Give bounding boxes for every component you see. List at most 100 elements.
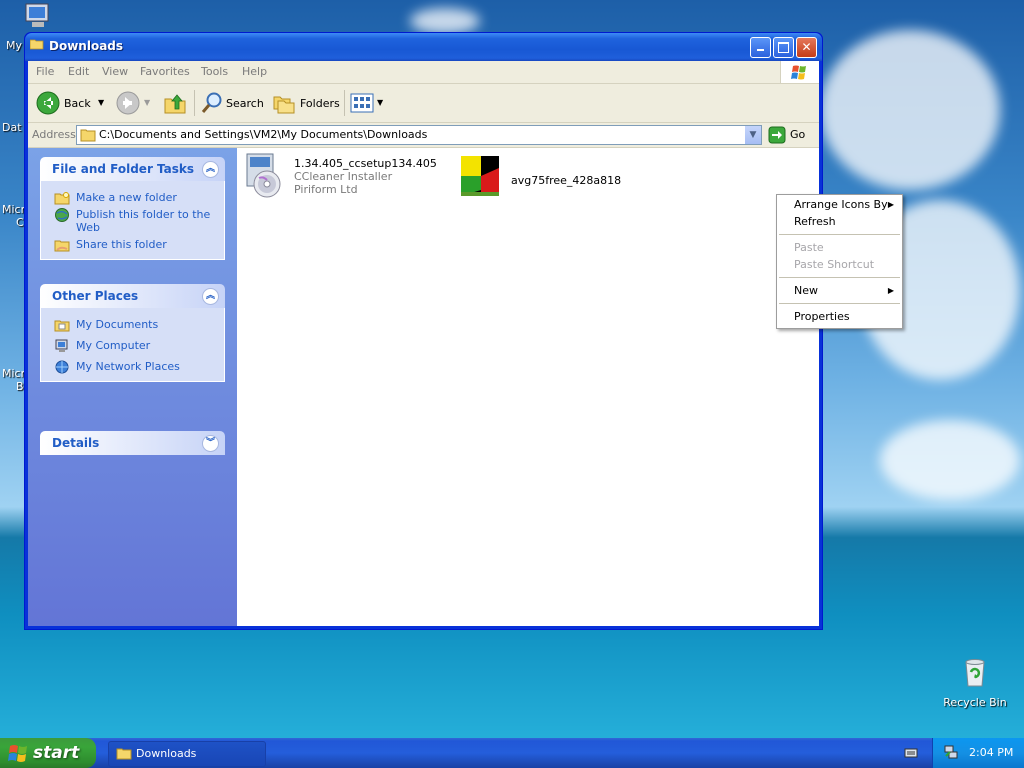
windows-logo [780,61,819,83]
up-folder-button[interactable] [162,89,188,117]
menu-tools[interactable]: Tools [201,65,228,78]
menu-item-new[interactable]: New [794,284,818,297]
panel-body: Make a new folder Publish this folder to… [40,181,225,260]
address-dropdown-button[interactable]: ▼ [745,126,761,144]
folders-label: Folders [300,97,340,110]
toolbar-separator [344,90,345,116]
menu-item-properties[interactable]: Properties [794,310,850,323]
link-text: Publish this folder to the Web [76,208,211,234]
panel-title: Details [52,436,100,450]
panel-body: My Documents My Computer My Network Plac… [40,308,225,382]
file-name: avg75free_428a818 [511,174,622,187]
close-icon: ✕ [801,40,812,54]
start-button[interactable]: start [0,738,96,768]
file-list-area[interactable]: 1.34.405_ccsetup134.405 CCleaner Install… [237,148,819,626]
file-name-block: 1.34.405_ccsetup134.405 CCleaner Install… [294,157,437,196]
desktop-label: My [6,39,23,52]
my-network-places-link[interactable]: My Network Places [41,358,224,375]
views-icon [350,93,374,113]
menu-item-paste: Paste [794,241,824,254]
taskbar-item-label: Downloads [136,747,197,760]
computer-icon [25,3,49,27]
cloud [820,30,1000,190]
link-text: Share this folder [76,238,167,251]
system-tray: 2:04 PM [932,738,1024,768]
file-item[interactable]: avg75free_428a818 [459,152,649,202]
computer-icon [55,339,68,352]
menu-favorites[interactable]: Favorites [140,65,190,78]
desktop-label: B [16,380,24,393]
file-description: CCleaner Installer [294,170,393,183]
avg-installer-icon [461,156,499,196]
task-pane: File and Folder Tasks ︽ Make a new folde… [28,148,237,626]
installer-cd-icon [246,153,281,198]
panel-title: File and Folder Tasks [52,162,195,176]
collapse-icon[interactable]: ︽ [202,161,219,178]
menu-bar: File Edit View Favorites Tools Help [28,61,819,84]
chevron-down-icon: ▼ [144,98,151,107]
up-folder-icon [164,94,186,114]
submenu-arrow-icon: ▶ [887,200,894,209]
link-text: My Computer [76,339,151,352]
toolbar: Back ▼ ▼ Search Folders ▼ [28,84,819,123]
menu-separator [779,234,900,235]
my-computer-desktop-icon[interactable] [22,2,54,30]
panel-title: Other Places [52,289,139,303]
expand-icon[interactable]: ︾ [202,435,219,452]
my-documents-link[interactable]: My Documents [41,316,224,337]
make-new-folder-link[interactable]: Make a new folder [41,189,224,206]
other-places-panel: Other Places ︽ My Documents My Computer … [40,284,225,382]
keyboard-tray-icon[interactable] [904,746,918,758]
collapse-icon[interactable]: ︽ [202,288,219,305]
back-label: Back [64,97,91,110]
views-button[interactable]: ▼ [350,90,386,116]
folders-button[interactable]: Folders [270,89,340,117]
folder-icon [30,39,44,50]
maximize-icon [778,42,789,53]
file-company: Piriform Ltd [294,183,358,196]
other-places-header[interactable]: Other Places ︽ [40,284,225,308]
menu-view[interactable]: View [102,65,128,78]
share-folder-link[interactable]: Share this folder [41,236,224,253]
submenu-arrow-icon: ▶ [887,286,894,295]
chevron-down-icon: ▼ [377,98,384,107]
file-item[interactable]: 1.34.405_ccsetup134.405 CCleaner Install… [241,152,441,202]
taskbar-item-downloads[interactable]: Downloads [108,741,266,767]
taskbar: start Downloads 2:04 PM [0,738,1024,768]
link-text: Make a new folder [76,191,177,204]
back-button[interactable]: Back ▼ [34,89,106,117]
details-header[interactable]: Details ︾ [40,431,225,455]
windows-flag-icon [791,65,806,80]
maximize-button[interactable] [773,37,794,58]
search-button[interactable]: Search [198,89,264,117]
forward-button[interactable]: ▼ [114,89,154,117]
start-label: start [33,743,80,763]
close-button[interactable]: ✕ [796,37,817,58]
go-label: Go [790,128,806,141]
menu-help[interactable]: Help [242,65,267,78]
clock[interactable]: 2:04 PM [969,746,1013,759]
minimize-icon [757,49,764,51]
publish-folder-link[interactable]: Publish this folder to the Web [41,206,224,236]
windows-flag-icon [8,745,27,762]
menu-edit[interactable]: Edit [68,65,89,78]
menu-item-arrange-icons[interactable]: Arrange Icons By [794,198,888,211]
link-text: My Documents [76,318,159,331]
menu-item-refresh[interactable]: Refresh [794,215,836,228]
recycle-bin-desktop-icon[interactable]: Recycle Bin [940,656,1010,709]
link-text: My Network Places [76,360,180,373]
folder-icon [116,748,132,760]
cloud [410,8,480,34]
my-computer-link[interactable]: My Computer [41,337,224,358]
network-tray-icon[interactable] [943,744,959,760]
folders-icon [273,96,295,114]
address-bar: Address C:\Documents and Settings\VM2\My… [28,123,819,148]
cloud [880,420,1020,500]
minimize-button[interactable] [750,37,771,58]
menu-separator [779,303,900,304]
title-bar[interactable]: Downloads ✕ [25,33,822,61]
address-input[interactable]: C:\Documents and Settings\VM2\My Documen… [76,125,762,145]
menu-file[interactable]: File [36,65,54,78]
file-folder-tasks-header[interactable]: File and Folder Tasks ︽ [40,157,225,181]
back-arrow-icon [36,91,60,115]
